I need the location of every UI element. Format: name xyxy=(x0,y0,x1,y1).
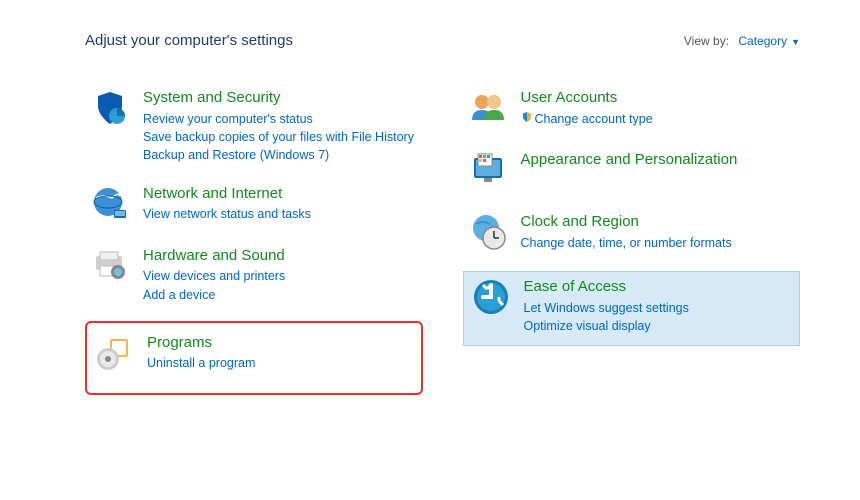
link-network-status[interactable]: View network status and tasks xyxy=(143,205,419,223)
category-system-security: System and Security Review your computer… xyxy=(85,85,423,167)
category-title-ease-of-access[interactable]: Ease of Access xyxy=(524,277,794,297)
ease-of-access-icon xyxy=(470,277,512,319)
page-title: Adjust your computer's settings xyxy=(85,32,293,49)
viewby-value: Category xyxy=(738,34,787,48)
monitor-icon xyxy=(467,150,509,192)
chevron-down-icon: ▼ xyxy=(791,37,800,47)
category-programs: Programs Uninstall a program xyxy=(85,321,423,395)
link-date-time-formats[interactable]: Change date, time, or number formats xyxy=(521,234,797,252)
category-ease-of-access: Ease of Access Let Windows suggest setti… xyxy=(463,271,801,346)
link-optimize-display[interactable]: Optimize visual display xyxy=(524,317,794,335)
link-devices-printers[interactable]: View devices and printers xyxy=(143,267,419,285)
clock-globe-icon xyxy=(467,212,509,254)
viewby-dropdown[interactable]: Category ▼ xyxy=(738,34,800,48)
viewby: View by: Category ▼ xyxy=(684,34,800,48)
users-icon xyxy=(467,88,509,130)
category-title-network[interactable]: Network and Internet xyxy=(143,184,419,204)
header-row: Adjust your computer's settings View by:… xyxy=(85,32,800,49)
link-suggest-settings[interactable]: Let Windows suggest settings xyxy=(524,299,794,317)
category-title-clock[interactable]: Clock and Region xyxy=(521,212,797,232)
link-review-status[interactable]: Review your computer's status xyxy=(143,110,419,128)
category-title-system-security[interactable]: System and Security xyxy=(143,88,419,108)
link-backup-restore[interactable]: Backup and Restore (Windows 7) xyxy=(143,146,419,164)
printer-icon xyxy=(89,246,131,288)
link-uninstall[interactable]: Uninstall a program xyxy=(147,354,415,372)
viewby-label: View by: xyxy=(684,34,729,48)
category-title-hardware[interactable]: Hardware and Sound xyxy=(143,246,419,266)
category-appearance: Appearance and Personalization xyxy=(463,147,801,195)
right-column: User Accounts Change account type xyxy=(463,85,801,409)
globe-icon xyxy=(89,184,131,226)
category-user-accounts: User Accounts Change account type xyxy=(463,85,801,133)
category-title-user-accounts[interactable]: User Accounts xyxy=(521,88,797,108)
uac-shield-icon xyxy=(521,110,533,128)
link-add-device[interactable]: Add a device xyxy=(143,286,419,304)
category-title-appearance[interactable]: Appearance and Personalization xyxy=(521,150,797,170)
link-change-account-type[interactable]: Change account type xyxy=(521,110,797,129)
category-hardware: Hardware and Sound View devices and prin… xyxy=(85,243,423,307)
programs-icon xyxy=(93,333,135,375)
link-change-account-type-text: Change account type xyxy=(535,112,653,126)
left-column: System and Security Review your computer… xyxy=(85,85,423,409)
link-file-history[interactable]: Save backup copies of your files with Fi… xyxy=(143,128,419,146)
category-network: Network and Internet View network status… xyxy=(85,181,423,229)
category-clock-region: Clock and Region Change date, time, or n… xyxy=(463,209,801,257)
shield-icon xyxy=(89,88,131,130)
category-title-programs[interactable]: Programs xyxy=(147,333,415,353)
